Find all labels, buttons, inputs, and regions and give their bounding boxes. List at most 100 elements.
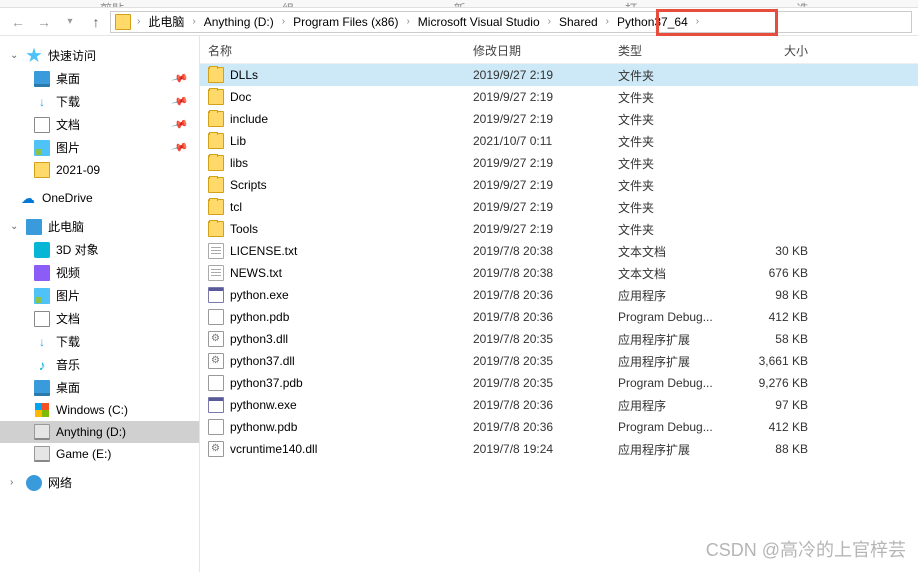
file-row[interactable]: pythonw.exe2019/7/8 20:36应用程序97 KB — [200, 394, 918, 416]
sidebar-item-label: 3D 对象 — [56, 241, 99, 258]
fic-pdb-icon — [208, 375, 224, 391]
fic-folder-icon — [208, 177, 224, 193]
file-type: Program Debug... — [618, 310, 738, 324]
sidebar-item[interactable]: ↓下载 — [0, 330, 199, 353]
file-row[interactable]: pythonw.pdb2019/7/8 20:36Program Debug..… — [200, 416, 918, 438]
crumb-folder[interactable]: Microsoft Visual Studio — [414, 13, 544, 31]
ic-pic-icon — [34, 288, 50, 304]
sidebar-item[interactable]: ↓下载📌 — [0, 90, 199, 113]
sidebar-item-label: 桌面 — [56, 70, 80, 87]
file-row[interactable]: tcl2019/9/27 2:19文件夹 — [200, 196, 918, 218]
file-row[interactable]: python37.dll2019/7/8 20:35应用程序扩展3,661 KB — [200, 350, 918, 372]
file-type: 文件夹 — [618, 89, 738, 106]
file-row[interactable]: Scripts 2019/9/27 2:19文件夹 — [200, 174, 918, 196]
sidebar-item[interactable]: Windows (C:) — [0, 399, 199, 421]
column-headers[interactable]: 名称 修改日期 类型 大小 — [200, 36, 918, 64]
fic-folder-icon — [208, 89, 224, 105]
file-name: libs — [230, 156, 248, 170]
sidebar-item[interactable]: Anything (D:) — [0, 421, 199, 443]
sidebar-item[interactable]: 桌面 — [0, 376, 199, 399]
file-type: Program Debug... — [618, 420, 738, 434]
file-row[interactable]: Tools2019/9/27 2:19文件夹 — [200, 218, 918, 240]
caret-right-icon: › — [10, 477, 20, 488]
file-size: 9,276 KB — [738, 376, 818, 390]
sidebar-item[interactable]: 图片 — [0, 284, 199, 307]
file-date: 2019/9/27 2:19 — [473, 178, 618, 192]
chevron-right-icon[interactable]: › — [604, 16, 611, 27]
file-row[interactable]: vcruntime140.dll2019/7/8 19:24应用程序扩展88 K… — [200, 438, 918, 460]
ic-music-icon: ♪ — [34, 357, 50, 373]
file-row[interactable]: Doc2019/9/27 2:19文件夹 — [200, 86, 918, 108]
chevron-right-icon[interactable]: › — [546, 16, 553, 27]
fic-exe-icon — [208, 397, 224, 413]
file-list: 名称 修改日期 类型 大小 DLLs2019/9/27 2:19文件夹Doc20… — [200, 36, 918, 572]
chevron-right-icon[interactable]: › — [190, 16, 197, 27]
crumb-current[interactable]: Python37_64 — [613, 13, 692, 31]
file-row[interactable]: NEWS.txt2019/7/8 20:38文本文档676 KB — [200, 262, 918, 284]
file-row[interactable]: include2019/9/27 2:19文件夹 — [200, 108, 918, 130]
file-size: 58 KB — [738, 332, 818, 346]
up-button[interactable]: ↑ — [84, 10, 108, 34]
file-row[interactable]: DLLs2019/9/27 2:19文件夹 — [200, 64, 918, 86]
file-date: 2019/9/27 2:19 — [473, 68, 618, 82]
file-row[interactable]: python37.pdb2019/7/8 20:35Program Debug.… — [200, 372, 918, 394]
breadcrumb[interactable]: › 此电脑 › Anything (D:) › Program Files (x… — [110, 11, 912, 33]
column-date[interactable]: 修改日期 — [473, 42, 618, 59]
sidebar-item-label: Windows (C:) — [56, 403, 128, 417]
folder-icon — [115, 14, 131, 30]
file-name: Scripts — [230, 178, 267, 192]
pin-icon: 📌 — [171, 138, 189, 156]
sidebar-item-label: 图片 — [56, 287, 80, 304]
sidebar-onedrive[interactable]: ☁ OneDrive — [0, 187, 199, 209]
sidebar-item-label: 图片 — [56, 139, 80, 156]
sidebar-item[interactable]: 3D 对象 — [0, 238, 199, 261]
sidebar-item[interactable]: 图片 📌 — [0, 136, 199, 159]
column-name[interactable]: 名称 — [208, 42, 473, 59]
file-type: 文件夹 — [618, 177, 738, 194]
sidebar-network[interactable]: › 网络 — [0, 471, 199, 494]
file-row[interactable]: libs2019/9/27 2:19文件夹 — [200, 152, 918, 174]
crumb-folder[interactable]: Shared — [555, 13, 602, 31]
file-date: 2019/9/27 2:19 — [473, 90, 618, 104]
file-type: 应用程序 — [618, 287, 738, 304]
sidebar-item[interactable]: 文档📌 — [0, 113, 199, 136]
recent-dropdown[interactable]: ▾ — [58, 10, 82, 34]
column-size[interactable]: 大小 — [738, 42, 818, 59]
forward-button[interactable]: → — [32, 10, 56, 34]
sidebar-quick-access[interactable]: ⌄ 快速访问 — [0, 44, 199, 67]
sidebar-this-pc[interactable]: ⌄ 此电脑 — [0, 215, 199, 238]
sidebar-item[interactable]: 文档 — [0, 307, 199, 330]
file-row[interactable]: Lib2021/10/7 0:11文件夹 — [200, 130, 918, 152]
network-icon — [26, 475, 42, 491]
file-size: 88 KB — [738, 442, 818, 456]
chevron-right-icon[interactable]: › — [135, 16, 142, 27]
caret-down-icon: ⌄ — [10, 50, 20, 61]
chevron-right-icon[interactable]: › — [280, 16, 287, 27]
chevron-right-icon[interactable]: › — [404, 16, 411, 27]
file-size: 412 KB — [738, 420, 818, 434]
file-row[interactable]: python.pdb2019/7/8 20:36Program Debug...… — [200, 306, 918, 328]
file-row[interactable]: python.exe2019/7/8 20:36应用程序98 KB — [200, 284, 918, 306]
sidebar-item[interactable]: 2021-09 — [0, 159, 199, 181]
back-button[interactable]: ← — [6, 10, 30, 34]
ic-doc-icon — [34, 311, 50, 327]
sidebar-item-label: 下载 — [56, 93, 80, 110]
file-date: 2021/10/7 0:11 — [473, 134, 618, 148]
ic-doc-icon — [34, 117, 50, 133]
crumb-folder[interactable]: Program Files (x86) — [289, 13, 402, 31]
crumb-drive[interactable]: Anything (D:) — [200, 13, 278, 31]
fic-folder-icon — [208, 67, 224, 83]
column-type[interactable]: 类型 — [618, 42, 738, 59]
ic-dl-icon: ↓ — [34, 334, 50, 350]
file-name: LICENSE.txt — [230, 244, 297, 258]
sidebar-item[interactable]: 视频 — [0, 261, 199, 284]
file-row[interactable]: python3.dll2019/7/8 20:35应用程序扩展58 KB — [200, 328, 918, 350]
sidebar-item[interactable]: 桌面📌 — [0, 67, 199, 90]
file-date: 2019/7/8 20:35 — [473, 376, 618, 390]
file-name: pythonw.pdb — [230, 420, 297, 434]
chevron-right-icon[interactable]: › — [694, 16, 701, 27]
sidebar-item[interactable]: ♪音乐 — [0, 353, 199, 376]
file-row[interactable]: LICENSE.txt2019/7/8 20:38文本文档30 KB — [200, 240, 918, 262]
crumb-pc[interactable]: 此电脑 — [144, 11, 188, 32]
sidebar-item[interactable]: Game (E:) — [0, 443, 199, 465]
